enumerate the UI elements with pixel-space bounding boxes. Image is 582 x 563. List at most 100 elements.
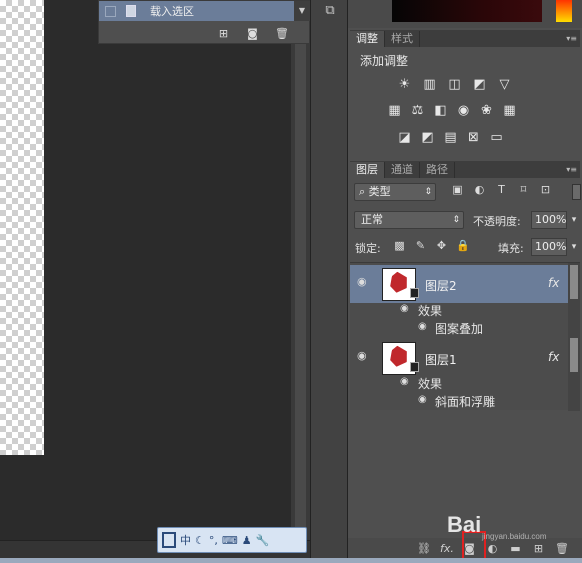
eye-icon[interactable]: ◉ — [357, 276, 371, 287]
gradient-map-icon[interactable]: ▭ — [488, 130, 505, 145]
tab-paths[interactable]: 路径 — [420, 162, 455, 178]
filter-type-label: 类型 — [368, 185, 391, 198]
lock-label: 锁定: — [355, 242, 381, 255]
color-picker-strip[interactable] — [348, 0, 582, 28]
vibrance-icon[interactable]: ▽ — [496, 77, 513, 92]
posterize-icon[interactable]: ◩ — [419, 130, 436, 145]
levels-icon[interactable]: ▥ — [421, 77, 438, 92]
lock-all-icon[interactable]: 🔒 — [456, 240, 470, 251]
effect-row-bevel-emboss[interactable]: ◉ 斜面和浮雕 — [350, 392, 568, 410]
layer-name: 图层2 — [425, 279, 457, 293]
fx-icon[interactable]: fx — [548, 276, 559, 290]
trash-icon[interactable]: 🗑 — [555, 543, 569, 554]
color-balance-icon[interactable]: ⚖ — [409, 103, 426, 118]
curves-icon[interactable]: ◫ — [446, 77, 463, 92]
tab-layers[interactable]: 图层 — [350, 162, 385, 178]
panel-menu-icon[interactable]: ▾≡ — [566, 31, 577, 47]
pixel-filter-icon[interactable]: ▣ — [450, 184, 465, 195]
load-selection-row[interactable]: 载入选区 — [99, 1, 294, 21]
ime-mode-toggle[interactable]: 中 — [180, 532, 191, 548]
filter-toggle-switch[interactable] — [572, 184, 581, 200]
layer-row-layer1[interactable]: ◉ 图层1 fx — [350, 339, 568, 377]
eye-icon[interactable]: ◉ — [418, 321, 427, 332]
invert-icon[interactable]: ◪ — [396, 130, 413, 145]
user-icon[interactable]: ♟ — [242, 534, 252, 547]
fill-input[interactable]: 100% — [531, 238, 567, 256]
chevron-updown-icon: ⇕ — [424, 187, 432, 197]
baidu-watermark-url: jingyan.baidu.com — [482, 532, 547, 541]
layer-filter-select[interactable]: ⌕ 类型 ⇕ — [354, 183, 436, 201]
adjustments-tabbar: 调整 样式 ▾≡ — [350, 30, 580, 47]
transform-tool-icon[interactable]: ⧉ — [319, 3, 341, 23]
opacity-input[interactable]: 100% — [531, 211, 567, 229]
layer-filter-icons: ▣ ◐ T ⌑ ⊡ — [450, 184, 553, 195]
scrollbar-thumb[interactable] — [295, 40, 306, 540]
adjustment-filter-icon[interactable]: ◐ — [472, 184, 487, 195]
selective-color-icon[interactable]: ⊠ — [465, 130, 482, 145]
eye-icon[interactable]: ◉ — [400, 303, 409, 314]
channel-mixer-icon[interactable]: ❀ — [478, 103, 495, 118]
ime-logo-icon[interactable] — [162, 532, 176, 548]
lock-transparency-icon[interactable]: ▩ — [393, 240, 406, 251]
lock-position-icon[interactable]: ✥ — [435, 240, 448, 251]
document-canvas-area[interactable] — [0, 0, 310, 563]
photo-filter-icon[interactable]: ◉ — [455, 103, 472, 118]
keyboard-icon[interactable]: ⌨ — [222, 534, 238, 547]
add-layer-style-icon[interactable]: fx. — [440, 543, 454, 554]
add-adjustment-title: 添加调整 — [360, 54, 409, 68]
tab-adjustments[interactable]: 调整 — [350, 31, 385, 47]
type-filter-icon[interactable]: T — [494, 184, 509, 195]
color-lookup-icon[interactable]: ▦ — [501, 103, 518, 118]
effect-row-pattern-overlay[interactable]: ◉ 图案叠加 — [350, 319, 568, 337]
color-field[interactable] — [392, 0, 542, 22]
trash-icon[interactable]: 🗑 — [275, 28, 289, 39]
blend-mode-select[interactable]: 正常 ⇕ — [354, 211, 464, 229]
panel-scroll-down-icon[interactable]: ▼ — [294, 1, 310, 21]
exposure-icon[interactable]: ◩ — [471, 77, 488, 92]
fill-dropdown-icon[interactable]: ▾ — [568, 238, 580, 256]
lock-pixels-icon[interactable]: ✎ — [414, 240, 427, 251]
canvas-vertical-scrollbar[interactable] — [291, 40, 310, 540]
opacity-dropdown-icon[interactable]: ▾ — [568, 211, 580, 229]
new-group-icon[interactable]: ▬ — [509, 543, 522, 554]
new-adjustment-layer-icon[interactable]: ◐ — [486, 543, 499, 554]
new-layer-icon[interactable]: ⊞ — [532, 543, 545, 554]
hue-slider[interactable] — [556, 0, 572, 22]
blend-mode-value: 正常 — [361, 213, 383, 226]
new-channel-icon[interactable]: ⊞ — [217, 28, 230, 39]
effects-label: 效果 — [418, 377, 443, 391]
link-layers-icon[interactable]: ⛓ — [417, 543, 431, 554]
scrollbar-thumb[interactable] — [570, 338, 578, 372]
hue-saturation-icon[interactable]: ▦ — [386, 103, 403, 118]
layer-name: 图层1 — [425, 353, 457, 367]
smart-object-filter-icon[interactable]: ⊡ — [538, 184, 553, 195]
tab-styles[interactable]: 样式 — [385, 31, 420, 47]
effects-row[interactable]: ◉ 效果 — [350, 301, 568, 319]
brightness-icon[interactable]: ☀ — [396, 77, 413, 92]
effects-row[interactable]: ◉ 效果 — [350, 374, 568, 392]
threshold-icon[interactable]: ▤ — [442, 130, 459, 145]
eye-icon[interactable]: ◉ — [357, 350, 371, 361]
shape-filter-icon[interactable]: ⌑ — [516, 184, 531, 195]
transparent-canvas[interactable] — [0, 0, 44, 455]
layers-list: ◉ 图层2 fx ◉ 效果 ◉ 图案叠加 ◉ 图层1 fx ◉ 效果 ◉ 斜面和… — [350, 262, 580, 411]
layers-scrollbar[interactable] — [568, 263, 580, 411]
load-selection-label: 载入选区 — [150, 5, 194, 18]
right-panel-dock: 调整 样式 ▾≡ 添加调整 ☀ ▥ ◫ ◩ ▽ ▦ ⚖ ◧ ◉ ❀ ▦ ◪ ◩ … — [348, 0, 582, 558]
camera-icon[interactable]: ◙ — [246, 28, 259, 39]
tab-channels[interactable]: 通道 — [385, 162, 420, 178]
punctuation-icon[interactable]: °, — [209, 534, 218, 547]
fx-icon[interactable]: fx — [548, 350, 559, 364]
layer-row-layer2[interactable]: ◉ 图层2 fx — [350, 265, 568, 303]
visibility-checkbox[interactable] — [105, 5, 116, 17]
black-white-icon[interactable]: ◧ — [432, 103, 449, 118]
chevron-updown-icon: ⇕ — [452, 215, 460, 225]
taskbar-edge — [0, 558, 582, 563]
adjustment-row-1: ☀ ▥ ◫ ◩ ▽ — [396, 77, 513, 92]
scrollbar-thumb[interactable] — [570, 265, 578, 299]
moon-icon[interactable]: ☾ — [195, 534, 205, 547]
eye-icon[interactable]: ◉ — [418, 394, 427, 405]
eye-icon[interactable]: ◉ — [400, 376, 409, 387]
wrench-icon[interactable]: 🔧 — [256, 534, 270, 547]
layers-panel-menu-icon[interactable]: ▾≡ — [566, 162, 577, 178]
